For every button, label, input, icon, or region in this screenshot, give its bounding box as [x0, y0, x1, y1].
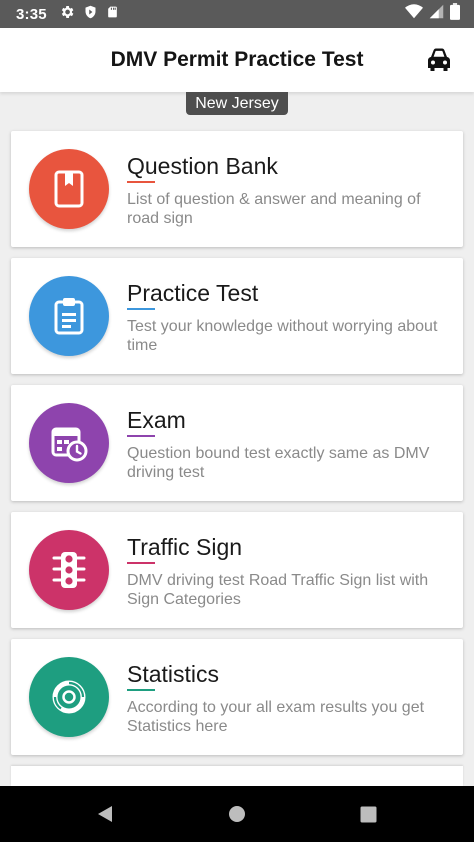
practice-test-underline: [127, 308, 155, 310]
question-bank-title: Question Bank: [127, 153, 278, 179]
back-button[interactable]: [91, 800, 119, 828]
exam-icon-circle: [29, 403, 109, 483]
question-bank-icon-circle: [29, 149, 109, 229]
question-bank-card[interactable]: Question Bank List of question & answer …: [11, 131, 463, 247]
practice-test-icon-circle: [29, 276, 109, 356]
recents-icon: [360, 806, 376, 822]
traffic-sign-card[interactable]: Traffic Sign DMV driving test Road Traff…: [11, 512, 463, 628]
recents-button[interactable]: [354, 800, 382, 828]
clipboard-icon: [54, 298, 84, 335]
statistics-icon-circle: [29, 657, 109, 737]
question-bank-underline: [127, 181, 155, 183]
chart-donut-icon: [52, 680, 86, 714]
exam-card[interactable]: Exam Question bound test exactly same as…: [11, 385, 463, 501]
traffic-sign-title: Traffic Sign: [127, 534, 243, 560]
exam-description: Question bound test exactly same as DMV …: [127, 445, 430, 481]
traffic-sign-icon-circle: [29, 530, 109, 610]
back-icon: [98, 806, 112, 822]
traffic-sign-underline: [127, 562, 155, 564]
traffic-light-icon: [52, 552, 86, 588]
home-button[interactable]: [223, 800, 251, 828]
exam-underline: [127, 435, 155, 437]
calendar-clock-icon: [51, 427, 88, 462]
home-icon: [229, 806, 245, 822]
practice-test-description: Test your knowledge without worrying abo…: [127, 318, 438, 354]
practice-test-card[interactable]: Practice Test Test your knowledge withou…: [11, 258, 463, 374]
practice-test-title: Practice Test: [127, 280, 259, 306]
next-card-peek: [11, 766, 463, 786]
traffic-sign-description: DMV driving test Road Traffic Sign list …: [127, 572, 429, 608]
menu-list: Question Bank List of question & answer …: [0, 0, 474, 842]
navigation-bar: [0, 786, 474, 842]
bookmark-book-icon: [54, 170, 84, 208]
statistics-underline: [127, 689, 155, 691]
statistics-description: According to your all exam results you g…: [127, 699, 425, 735]
statistics-title: Statistics: [127, 661, 220, 687]
exam-title: Exam: [127, 407, 186, 433]
question-bank-description: List of question & answer and meaning of…: [127, 191, 421, 227]
statistics-card[interactable]: Statistics According to your all exam re…: [11, 639, 463, 755]
